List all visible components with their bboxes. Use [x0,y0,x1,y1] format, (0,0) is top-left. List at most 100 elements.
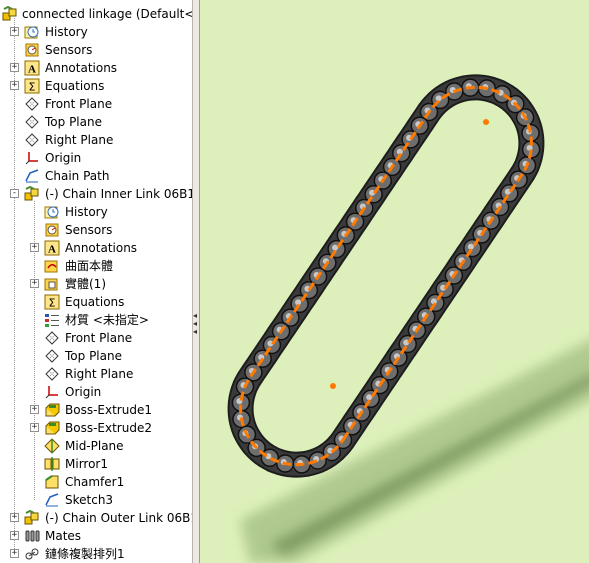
tree-item-label: Chain Path [45,169,110,183]
sensors-icon [44,222,60,238]
assembly-icon [24,185,40,202]
annotations-icon: A [24,60,40,76]
tree-item-label: 曲面本體 [65,259,114,273]
tree-item-top-3[interactable]: + Σ Equations [0,77,192,95]
origin-icon [44,384,60,400]
plane-icon [44,348,60,364]
expand-toggle-icon[interactable]: + [30,243,39,252]
tree-item-top-8[interactable]: Chain Path [0,167,192,185]
svg-text:Σ: Σ [49,297,56,310]
expand-toggle-icon[interactable]: + [10,513,19,522]
expand-toggle-icon[interactable]: + [10,27,19,36]
tree-item-label: Mates [45,529,82,543]
tree-item-inner-child-9[interactable]: Right Plane [0,365,192,383]
tree-item-label: Origin [65,385,102,399]
tree-item-inner-child-15[interactable]: Chamfer1 [0,473,192,491]
collapse-arrows-icon[interactable]: ◂ ◂ ◂ [193,312,200,336]
tree-item-top-5[interactable]: Top Plane [0,113,192,131]
tree-item-label: Sensors [65,223,113,237]
svg-text:A: A [48,244,56,256]
tree-item-mates[interactable]: + Mates [0,527,192,545]
tree-item-label: Front Plane [45,97,113,111]
expand-toggle-icon[interactable]: + [30,423,39,432]
tree-item-inner-child-0[interactable]: History [0,203,192,221]
tree-item-label: Top Plane [45,115,102,129]
tree-item-top-6[interactable]: Right Plane [0,131,192,149]
sketch-icon [44,492,60,508]
arc-center-point [483,119,489,125]
tree-item-label: Boss-Extrude2 [65,421,152,435]
history-icon [44,204,60,220]
arc-center-point [330,383,336,389]
expand-toggle-icon[interactable]: + [10,531,19,540]
tree-item-inner-child-11[interactable]: + Boss-Extrude1 [0,401,192,419]
tree-item-inner-child-5[interactable]: Σ Equations [0,293,192,311]
expand-toggle-icon[interactable]: + [10,549,19,558]
viewport-canvas[interactable] [200,0,589,563]
plane-icon [24,96,40,112]
tree-item-top-4[interactable]: Front Plane [0,95,192,113]
tree-item-top-1[interactable]: Sensors [0,41,192,59]
tree-item-inner-child-2[interactable]: + A Annotations [0,239,192,257]
material-icon [44,312,60,328]
tree-item-inner-child-13[interactable]: Mid-Plane [0,437,192,455]
feature-manager-tree: connected linkage (Default< + History Senso… [0,0,192,563]
svg-text:Σ: Σ [29,81,36,94]
tree-item-top-2[interactable]: + A Annotations [0,59,192,77]
tree-item-label: Annotations [65,241,138,255]
pattern-icon [24,546,40,562]
tree-item-inner-link[interactable]: - (-) Chain Inner Link 06B1< [0,185,192,203]
tree-item-label: Right Plane [65,367,134,381]
tree-item-inner-child-16[interactable]: Sketch3 [0,491,192,509]
tree-item-label: Right Plane [45,133,114,147]
tree-item-inner-child-14[interactable]: Mirror1 [0,455,192,473]
tree-item-label: Sketch3 [65,493,114,507]
expand-toggle-icon[interactable]: + [10,81,19,90]
expand-toggle-icon[interactable]: - [10,189,19,198]
plane-icon [24,114,40,130]
roller-highlight [366,394,373,401]
tree-item-label: connected linkage (Default< [22,7,192,21]
tree-item-pattern[interactable]: + 鏈條複製排列1 [0,545,192,563]
tree-item-inner-child-7[interactable]: Front Plane [0,329,192,347]
tree-item-label: Equations [65,295,125,309]
tree-item-label: 材質 <未指定> [65,313,149,327]
tree-item-inner-child-6[interactable]: 材質 <未指定> [0,311,192,329]
mirror-icon [44,456,60,472]
panel-splitter[interactable]: ◂ ◂ ◂ [192,0,200,563]
tree-item-label: Mirror1 [65,457,108,471]
mates-icon [24,528,40,544]
tree-item-inner-child-12[interactable]: + Boss-Extrude2 [0,419,192,437]
equations-icon: Σ [44,294,60,310]
assembly-icon [24,509,40,526]
expand-toggle-icon[interactable]: + [30,405,39,414]
expand-toggle-icon[interactable]: + [30,279,39,288]
history-icon [24,24,40,40]
extrude-icon [44,402,60,418]
surface-bodies-icon [44,258,60,274]
chamfer-icon [44,474,60,490]
graphics-viewport[interactable] [200,0,589,563]
expand-toggle-icon[interactable]: + [10,63,19,72]
tree-item-inner-child-8[interactable]: Top Plane [0,347,192,365]
tree-item-label: Mid-Plane [65,439,124,453]
tree-item-inner-child-10[interactable]: Origin [0,383,192,401]
tree-item-outer-link[interactable]: + (-) Chain Outer Link 06B1< [0,509,192,527]
tree-item-label: Annotations [45,61,118,75]
tree-item-label: History [65,205,108,219]
origin-icon [24,150,40,166]
tree-item-label: (-) Chain Outer Link 06B1< [45,511,192,525]
tree-item-top-0[interactable]: + History [0,23,192,41]
tree-item-top-7[interactable]: Origin [0,149,192,167]
tree-item-inner-child-4[interactable]: + 實體(1) [0,275,192,293]
tree-item-inner-child-3[interactable]: 曲面本體 [0,257,192,275]
roller-highlight [332,244,339,251]
tree-item-label: History [45,25,88,39]
tree-item-label: Origin [45,151,82,165]
tree-item-label: Front Plane [65,331,133,345]
tree-item-label: Chamfer1 [65,475,125,489]
tree-item-root[interactable]: connected linkage (Default< [0,5,192,23]
tree-item-label: Equations [45,79,105,93]
midplane-icon [44,438,60,454]
tree-item-inner-child-1[interactable]: Sensors [0,221,192,239]
